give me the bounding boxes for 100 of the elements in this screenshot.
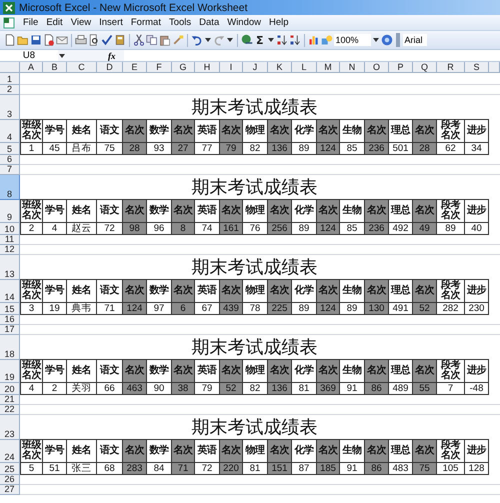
column-header[interactable]: Q [413,62,437,73]
cut-icon[interactable] [133,34,145,46]
row-header[interactable]: 1 [0,73,20,85]
header-cell: 化学 [292,200,317,223]
research-icon[interactable] [114,34,126,46]
undo-icon[interactable] [191,34,203,46]
row-header[interactable]: 11 [0,235,20,245]
sort-ascending-icon[interactable] [276,34,288,46]
column-header[interactable]: A [20,62,43,73]
column-header[interactable]: H [195,62,220,73]
column-header[interactable]: O [365,62,389,73]
menu-item[interactable]: View [66,17,96,28]
header-cell: 物理 [243,280,268,303]
column-header[interactable]: J [243,62,268,73]
copy-icon[interactable] [146,34,158,46]
permission-icon[interactable] [43,34,55,46]
column-header[interactable]: E [123,62,147,73]
zoom-dropdown[interactable]: 100% [334,34,371,46]
menu-item[interactable]: Insert [95,17,127,28]
formula-field[interactable] [124,50,500,61]
row-header[interactable]: 15 [0,303,20,315]
menu-item[interactable]: Data [195,17,224,28]
row-header[interactable]: 16 [0,315,20,325]
column-header[interactable]: K [268,62,292,73]
email-icon[interactable] [56,34,68,46]
chart-icon[interactable] [308,34,320,46]
header-cell: 名次 [268,440,292,463]
table-cell: 492 [389,223,413,235]
table-cell: 463 [123,383,147,395]
caret-icon[interactable] [205,38,211,42]
header-cell: 化学 [292,440,317,463]
caret-icon[interactable] [268,38,274,42]
row-header[interactable]: 20 [0,383,20,395]
row-header[interactable]: 26 [0,475,20,485]
row-header[interactable]: 22 [0,405,20,415]
column-header[interactable]: S [465,62,489,73]
menu-item[interactable]: Format [126,17,165,28]
column-header[interactable]: M [317,62,340,73]
font-field[interactable]: Arial [402,34,427,46]
print-icon[interactable] [75,34,87,46]
column-header[interactable]: C [67,62,97,73]
sort-descending-icon[interactable] [288,34,301,46]
row-header[interactable]: 6 [0,155,20,165]
menu-item[interactable]: Edit [42,17,67,28]
row-header[interactable]: 3 [0,95,20,120]
column-header[interactable]: B [43,62,67,73]
document-icon[interactable] [3,16,15,28]
help-icon[interactable] [380,34,393,46]
table-cell: 220 [220,463,243,475]
menu-item[interactable]: Window [223,17,266,28]
table-cell: 136 [268,143,292,155]
table-cell: 2 [20,223,43,235]
menu-item[interactable]: Tools [164,17,196,28]
caret-icon[interactable] [372,38,379,42]
print-preview-icon[interactable] [88,34,100,46]
row-header[interactable]: 2 [0,85,20,95]
header-cell: 理总 [389,120,413,143]
row-header[interactable]: 25 [0,463,20,475]
row-header[interactable]: 4 [0,120,20,143]
row-header[interactable]: 23 [0,415,20,440]
header-cell: 姓名 [67,120,97,143]
row-header[interactable]: 13 [0,255,20,280]
column-header[interactable]: I [220,62,243,73]
row-header[interactable]: 12 [0,245,20,255]
row-header[interactable]: 9 [0,200,20,223]
function-label[interactable]: fx [66,50,124,60]
column-header[interactable]: P [389,62,413,73]
row-header[interactable]: 19 [0,360,20,383]
column-header[interactable]: G [172,62,195,73]
row-header[interactable]: 10 [0,223,20,235]
new-document-icon[interactable] [4,34,16,46]
row-header[interactable]: 5 [0,143,20,155]
column-header[interactable]: D [97,62,123,73]
menu-item[interactable]: Help [265,17,293,28]
open-folder-icon[interactable] [17,34,29,46]
row-header[interactable]: 18 [0,335,20,360]
table-cell: 75 [413,463,437,475]
name-box[interactable]: U8 [0,50,58,61]
table-cell: 282 [437,303,465,315]
row-header[interactable]: 27 [0,485,20,495]
caret-icon[interactable] [227,38,233,42]
format-painter-icon[interactable] [172,34,184,46]
save-icon[interactable] [30,34,42,46]
row-header[interactable]: 7 [0,165,20,175]
column-header[interactable]: N [340,62,365,73]
row-header[interactable]: 8 [0,175,20,200]
autosum-button[interactable]: Σ [254,34,266,46]
row-header[interactable]: 17 [0,325,20,335]
column-header[interactable]: L [292,62,317,73]
row-header[interactable]: 21 [0,395,20,405]
column-header[interactable]: R [437,62,465,73]
table-cell: 185 [317,463,340,475]
row-header[interactable]: 24 [0,440,20,463]
drawing-icon[interactable] [320,34,333,46]
caret-icon[interactable] [59,54,65,58]
spelling-icon[interactable] [101,34,113,46]
paste-icon[interactable] [159,34,171,46]
column-header[interactable]: F [147,62,172,73]
row-header[interactable]: 14 [0,280,20,303]
menu-item[interactable]: File [19,17,42,28]
